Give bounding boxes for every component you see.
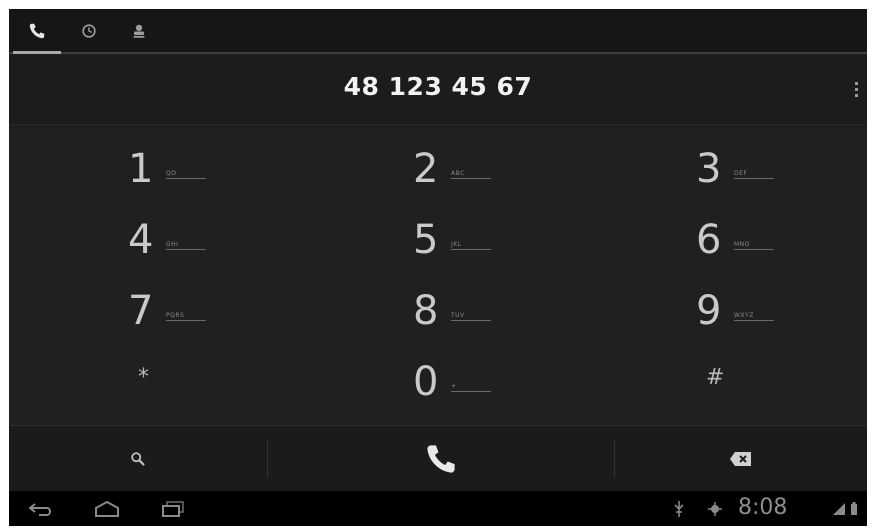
- key-8[interactable]: 8 TUV: [353, 278, 553, 348]
- key-digit: 0: [413, 359, 439, 405]
- key-4[interactable]: 4 GHI: [68, 207, 268, 277]
- debug-icon: [705, 491, 725, 526]
- key-symbol: #: [706, 365, 725, 390]
- tab-contacts[interactable]: [115, 9, 163, 52]
- key-7[interactable]: 7 PQRS: [68, 278, 268, 348]
- key-symbol: *: [138, 365, 149, 390]
- clock-icon: [82, 23, 96, 38]
- key-digit: 1: [128, 146, 154, 192]
- delete-button[interactable]: [615, 426, 867, 492]
- system-bar: 8:08: [9, 491, 867, 526]
- back-button[interactable]: [23, 491, 59, 526]
- action-bar: [9, 425, 867, 492]
- home-button[interactable]: [89, 491, 125, 526]
- number-display: 48 123 45 67: [9, 54, 867, 125]
- key-letters: DEF: [734, 170, 774, 179]
- key-digit: 3: [696, 146, 722, 192]
- key-star[interactable]: *: [68, 349, 268, 419]
- back-icon: [28, 502, 51, 516]
- key-2[interactable]: 2 ABC: [353, 136, 553, 206]
- key-letters: +: [451, 383, 491, 392]
- contacts-icon: [133, 24, 145, 38]
- key-digit: 8: [413, 288, 439, 334]
- recent-apps-button[interactable]: [155, 491, 191, 526]
- key-letters: PQRS: [166, 312, 206, 321]
- dialer-screen: 48 123 45 67 1 QO 2 ABC 3 DEF 4 GHI 5 JK…: [9, 9, 867, 526]
- key-1[interactable]: 1 QO: [68, 136, 268, 206]
- home-icon: [95, 500, 119, 517]
- dialed-number[interactable]: 48 123 45 67: [9, 72, 867, 101]
- key-0[interactable]: 0 +: [353, 349, 553, 419]
- key-5[interactable]: 5 JKL: [353, 207, 553, 277]
- status-clock: 8:08: [738, 495, 788, 520]
- call-button[interactable]: [268, 426, 614, 492]
- backspace-icon: [730, 452, 751, 466]
- usb-icon: [669, 491, 689, 526]
- key-digit: 4: [128, 217, 154, 263]
- tab-dialer[interactable]: [13, 9, 61, 54]
- key-letters: MNO: [734, 241, 774, 250]
- key-digit: 7: [128, 288, 154, 334]
- key-3[interactable]: 3 DEF: [636, 136, 836, 206]
- tab-call-log[interactable]: [65, 9, 113, 52]
- overflow-menu-icon[interactable]: [851, 76, 861, 102]
- key-pound[interactable]: #: [636, 349, 836, 419]
- key-letters: JKL: [451, 241, 491, 250]
- key-digit: 6: [696, 217, 722, 263]
- key-9[interactable]: 9 WXYZ: [636, 278, 836, 348]
- key-letters: WXYZ: [734, 312, 774, 321]
- call-icon: [427, 445, 455, 473]
- key-letters: QO: [166, 170, 206, 179]
- tab-bar: [9, 9, 867, 54]
- search-icon: [131, 452, 145, 466]
- key-digit: 9: [696, 288, 722, 334]
- key-letters: ABC: [451, 170, 491, 179]
- dial-pad: 1 QO 2 ABC 3 DEF 4 GHI 5 JKL 6 MNO 7 PQR…: [9, 125, 867, 425]
- phone-icon: [29, 23, 45, 38]
- key-digit: 5: [413, 217, 439, 263]
- signal-battery-icon: [829, 491, 863, 526]
- search-button[interactable]: [9, 426, 267, 492]
- key-letters: GHI: [166, 241, 206, 250]
- recent-apps-icon: [162, 500, 184, 517]
- key-letters: TUV: [451, 312, 491, 321]
- key-6[interactable]: 6 MNO: [636, 207, 836, 277]
- key-digit: 2: [413, 146, 439, 192]
